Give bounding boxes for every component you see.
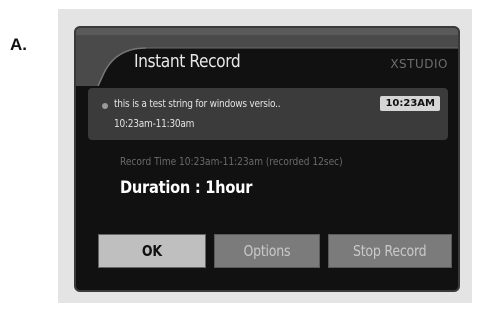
figure-label: A. bbox=[10, 35, 27, 54]
record-time-text: Record Time 10:23am-11:23am (recorded 12… bbox=[120, 156, 343, 168]
dialog-title: Instant Record bbox=[134, 51, 241, 72]
stop-record-button[interactable]: Stop Record bbox=[328, 234, 452, 268]
duration-text: Duration : 1hour bbox=[120, 178, 253, 198]
program-info-panel: this is a test string for windows versio… bbox=[88, 88, 448, 140]
program-time-range: 10:23am-11:30am bbox=[114, 117, 195, 130]
dialog-title-bar: Instant Record XSTUDIO bbox=[76, 28, 458, 86]
options-button-label: Options bbox=[243, 242, 291, 260]
bullet-icon bbox=[102, 103, 108, 109]
current-time-badge: 10:23AM bbox=[380, 96, 440, 111]
brand-logo: XSTUDIO bbox=[390, 57, 448, 71]
ok-button[interactable]: OK bbox=[98, 234, 206, 268]
options-button[interactable]: Options bbox=[214, 234, 320, 268]
instant-record-dialog: Instant Record XSTUDIO this is a test st… bbox=[74, 26, 460, 292]
ok-button-label: OK bbox=[142, 242, 162, 260]
stop-record-button-label: Stop Record bbox=[353, 242, 427, 260]
program-title: this is a test string for windows versio… bbox=[114, 97, 281, 110]
